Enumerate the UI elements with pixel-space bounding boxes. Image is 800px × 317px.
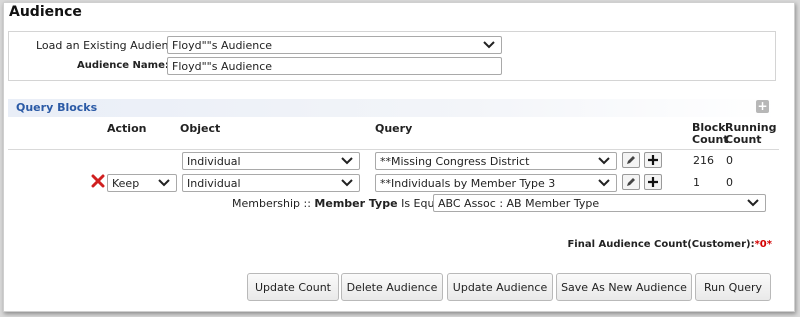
col-action: Action [107,122,147,135]
criteria-label: Membership :: Member Type Is Equal To [232,197,459,210]
query-select[interactable]: **Missing Congress District [375,152,617,170]
object-value: Individual [187,177,241,190]
audience-name-input[interactable]: Floyd""s Audience [167,57,502,75]
chevron-down-icon [341,157,353,165]
object-select[interactable]: Individual [182,152,360,170]
running-count: 0 [726,154,733,167]
criteria-field: Member Type [314,197,398,210]
edit-query-button[interactable] [622,174,640,190]
block-count: 216 [693,154,714,167]
page-title: Audience [9,4,82,20]
audience-name-label-text: Audience Name: [77,60,169,71]
pencil-icon [627,178,635,186]
running-count: 0 [726,176,733,189]
add-query-button[interactable] [644,174,662,190]
criteria-value: ABC Assoc : AB Member Type [438,197,600,210]
edit-query-button[interactable] [622,152,640,168]
query-select[interactable]: **Individuals by Member Type 3 [375,174,617,192]
header-divider [8,149,779,150]
chevron-down-icon [341,179,353,187]
query-value: **Missing Congress District [380,155,530,168]
block-count: 1 [693,176,700,189]
col-query: Query [375,122,413,135]
audience-name-value: Floyd""s Audience [172,60,273,73]
object-select[interactable]: Individual [182,174,360,192]
pencil-icon [627,156,635,164]
update-count-button[interactable]: Update Count [247,273,339,301]
load-audience-label: Load an Existing Audience: [36,39,185,52]
add-query-button[interactable] [644,152,662,168]
chevron-down-icon [158,179,170,187]
criteria-value-select[interactable]: ABC Assoc : AB Member Type [433,194,766,212]
chevron-down-icon [598,179,610,187]
add-block-icon[interactable]: + [756,100,769,113]
col-object: Object [180,122,221,135]
object-value: Individual [187,155,241,168]
load-audience-value: Floyd""s Audience [172,39,273,52]
query-blocks-title: Query Blocks [16,101,98,114]
chevron-down-icon [598,157,610,165]
delete-x-icon[interactable] [91,174,105,188]
action-select[interactable]: Keep [107,174,177,192]
final-audience-count: Final Audience Count(Customer):*0* [567,239,772,250]
plus-icon [648,155,658,165]
load-audience-select[interactable]: Floyd""s Audience [167,36,502,54]
audience-name-label: Audience Name:* [77,60,174,71]
query-blocks-header [8,99,779,117]
criteria-prefix: Membership :: [232,197,315,210]
save-as-new-audience-button[interactable]: Save As New Audience [556,273,692,301]
run-query-button[interactable]: Run Query [695,273,771,301]
delete-audience-button[interactable]: Delete Audience [341,273,443,301]
final-count-value: *0* [754,239,772,250]
audience-panel: Audience Load an Existing Audience: Floy… [3,2,795,312]
final-count-label: Final Audience Count(Customer): [567,239,755,250]
col-running-count: Running Count [725,121,777,146]
update-audience-button[interactable]: Update Audience [447,273,553,301]
chevron-down-icon [747,199,759,207]
col-block-count: Block Count [692,121,729,146]
plus-icon [648,177,658,187]
query-value: **Individuals by Member Type 3 [380,177,556,190]
chevron-down-icon [483,41,495,49]
action-value: Keep [112,177,140,190]
